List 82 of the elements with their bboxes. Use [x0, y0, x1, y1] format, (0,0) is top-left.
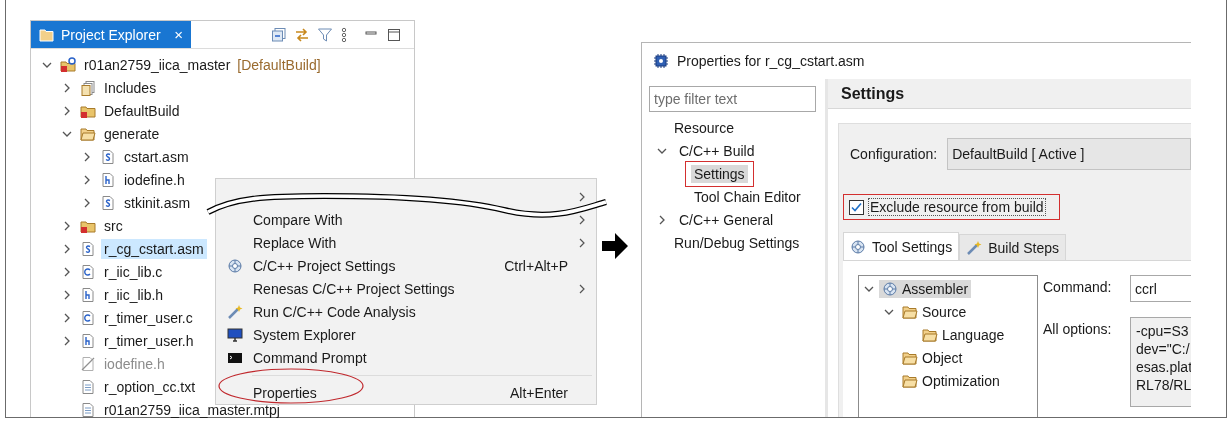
more-icon[interactable]	[340, 26, 348, 43]
page-title: Settings	[828, 79, 1191, 109]
menu-item[interactable]: Compare With	[216, 208, 596, 231]
tree-item[interactable]: Source	[899, 302, 970, 321]
tree-item[interactable]: Assembler	[879, 279, 972, 298]
folder-icon	[922, 326, 938, 343]
nav-item[interactable]: C/C++ Build	[676, 141, 758, 160]
tree-item[interactable]: r_timer_user.c	[101, 307, 196, 328]
tree-item[interactable]: DefaultBuild	[101, 100, 183, 121]
gear-icon	[850, 238, 866, 255]
tree-item[interactable]: stkinit.asm	[121, 192, 194, 213]
tree-item[interactable]: Language	[919, 325, 1008, 344]
tree-item[interactable]: Includes	[101, 77, 160, 98]
tree-item[interactable]: r_option_cc.txt	[101, 376, 199, 397]
wand-icon	[966, 239, 983, 256]
build-config-label: [DefaultBuild]	[237, 56, 321, 73]
wand-icon	[226, 303, 243, 320]
configuration-dropdown[interactable]: DefaultBuild [ Active ]	[947, 138, 1191, 170]
tree-item[interactable]: src	[101, 215, 126, 236]
menu-item[interactable]: Renesas C/C++ Project Settings	[216, 277, 596, 300]
checkbox[interactable]	[849, 199, 864, 215]
menu-item[interactable]: Command Prompt	[216, 346, 596, 369]
menu-item[interactable]: Replace With	[216, 231, 596, 254]
configuration-label: Configuration:	[850, 146, 938, 162]
checkbox-label[interactable]: Exclude resource from build	[868, 198, 1046, 216]
file-icon	[80, 309, 96, 326]
tree-item[interactable]: generate	[101, 123, 163, 144]
file-icon	[100, 194, 116, 211]
folder-icon	[902, 303, 918, 320]
folder-icon	[39, 26, 55, 43]
tree-item[interactable]: Optimization	[899, 371, 1003, 390]
folder-icon	[902, 349, 918, 366]
menu-item[interactable]: Properties Alt+Enter	[216, 381, 596, 404]
folder-icon	[902, 372, 918, 389]
gear-icon	[882, 280, 898, 297]
text-file-icon	[80, 378, 96, 395]
view-tab[interactable]: Project Explorer ×	[31, 21, 191, 48]
menu-item[interactable]: System Explorer	[216, 323, 596, 346]
filter-icon[interactable]	[317, 26, 333, 43]
tree-item[interactable]: r_iic_lib.h	[101, 284, 167, 305]
close-icon[interactable]: ×	[174, 26, 183, 43]
file-icon	[80, 263, 96, 280]
monitor-icon	[226, 326, 243, 343]
command-label: Command:	[1043, 278, 1113, 295]
filter-field[interactable]: type filter text	[649, 86, 816, 112]
file-icon	[80, 286, 96, 303]
chip-icon	[653, 53, 669, 69]
command-field[interactable]: ccrl	[1130, 275, 1191, 302]
text-file-icon	[80, 401, 96, 418]
nav-item[interactable]: Settings	[691, 164, 748, 183]
menu-item[interactable]: Run C/C++ Code Analysis	[216, 300, 596, 323]
options-label: All options:	[1043, 320, 1113, 337]
gear-icon	[226, 257, 243, 274]
crossed-file-icon	[80, 355, 96, 372]
tab[interactable]: Tool Settings	[843, 232, 960, 260]
tree-item[interactable]: r01an2759_iica_master	[81, 54, 234, 75]
keyboard-shortcut: Alt+Enter	[510, 384, 568, 401]
sync-arrows-icon[interactable]	[294, 26, 310, 43]
collapse-all-icon[interactable]	[271, 26, 287, 43]
nav-item[interactable]: Tool Chain Editor	[691, 187, 804, 206]
tree-item[interactable]: iodefine.h	[121, 169, 188, 190]
arrow-icon	[601, 232, 629, 260]
keyboard-shortcut: Ctrl+Alt+P	[504, 257, 568, 274]
menu-item[interactable]: C/C++ Project Settings Ctrl+Alt+P	[216, 254, 596, 277]
tree-item[interactable]: r_timer_user.h	[101, 330, 197, 351]
tree-item[interactable]: r_cg_cstart.asm	[101, 238, 207, 259]
dialog-title: Properties for r_cg_cstart.asm	[677, 53, 865, 69]
folder-icon	[80, 125, 96, 142]
project-folder-icon	[60, 56, 76, 73]
nav-item[interactable]: Resource	[671, 118, 737, 137]
tab[interactable]: Build Steps	[959, 234, 1066, 260]
nav-item[interactable]: C/C++ General	[676, 210, 777, 229]
nav-item[interactable]: Run/Debug Settings	[671, 233, 803, 252]
file-icon	[100, 148, 116, 165]
tree-item[interactable]: r_iic_lib.c	[101, 261, 166, 282]
file-icon	[80, 332, 96, 349]
library-icon	[80, 79, 96, 96]
maximize-icon[interactable]	[386, 26, 402, 43]
file-icon	[80, 240, 96, 257]
file-icon	[100, 171, 116, 188]
tree-item[interactable]: Object	[899, 348, 966, 367]
tree-item[interactable]: cstart.asm	[121, 146, 192, 167]
